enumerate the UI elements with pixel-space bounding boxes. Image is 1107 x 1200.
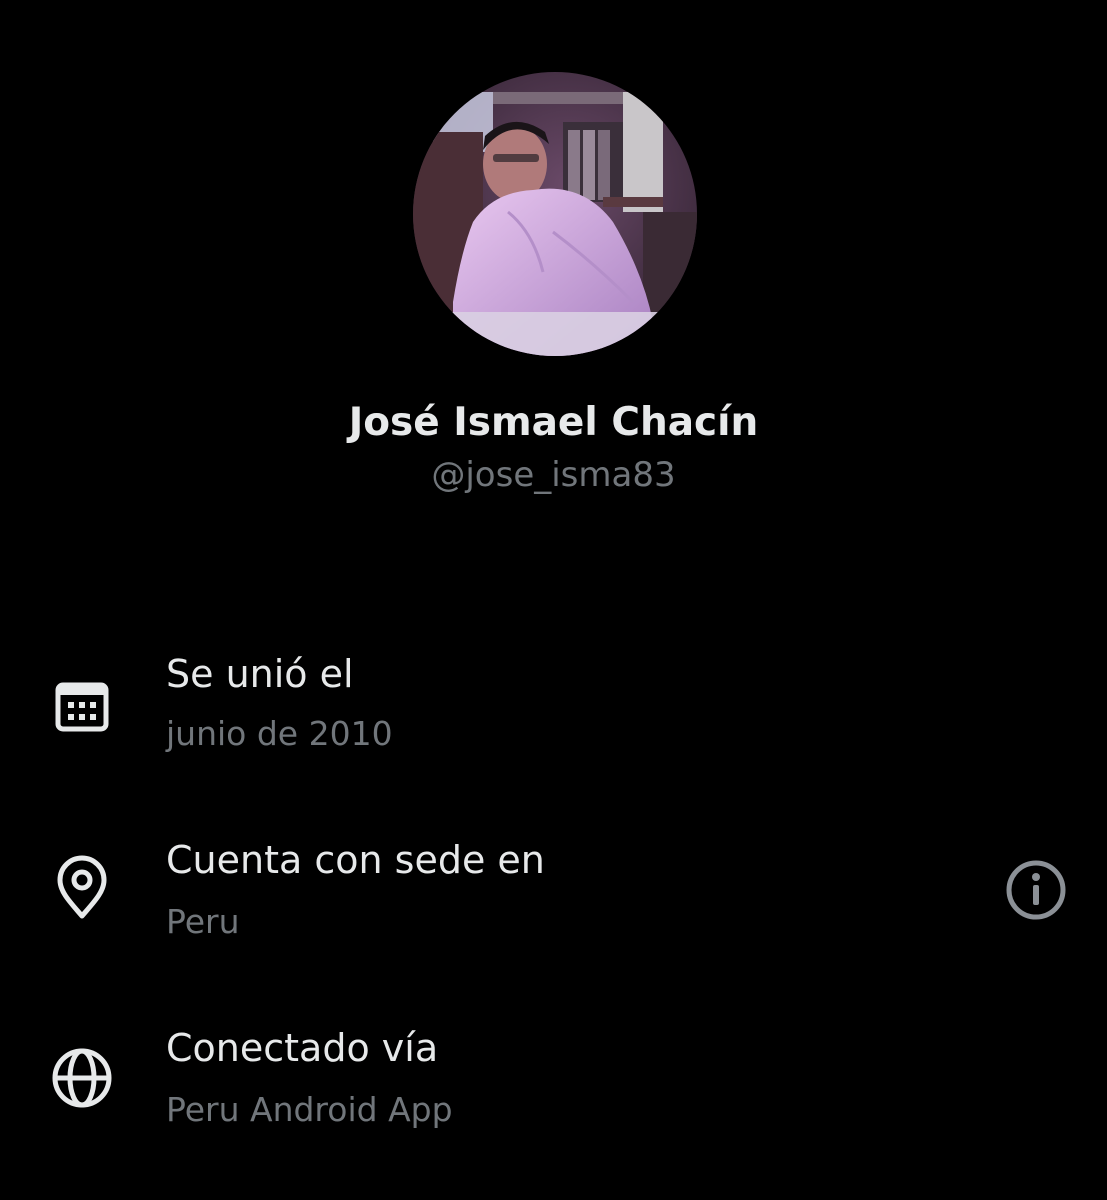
calendar-icon (55, 682, 109, 732)
connected-value: Peru Android App (166, 1090, 453, 1129)
profile-avatar[interactable] (413, 72, 697, 356)
profile-handle[interactable]: @jose_isma83 (0, 455, 1107, 495)
joined-value: junio de 2010 (166, 714, 393, 753)
location-value: Peru (166, 902, 240, 941)
avatar-photo (413, 72, 697, 356)
joined-label: Se unió el (166, 652, 354, 696)
detail-row-location: Cuenta con sede en Peru (0, 830, 1107, 960)
profile-display-name: José Ismael Chacín (348, 400, 759, 445)
info-icon[interactable] (1002, 856, 1070, 924)
globe-icon (52, 1048, 112, 1108)
detail-row-joined: Se unió el junio de 2010 (0, 640, 1107, 770)
location-label: Cuenta con sede en (166, 838, 545, 882)
location-pin-icon (57, 855, 107, 919)
connected-label: Conectado vía (166, 1026, 439, 1070)
detail-row-connected: Conectado vía Peru Android App (0, 1018, 1107, 1148)
